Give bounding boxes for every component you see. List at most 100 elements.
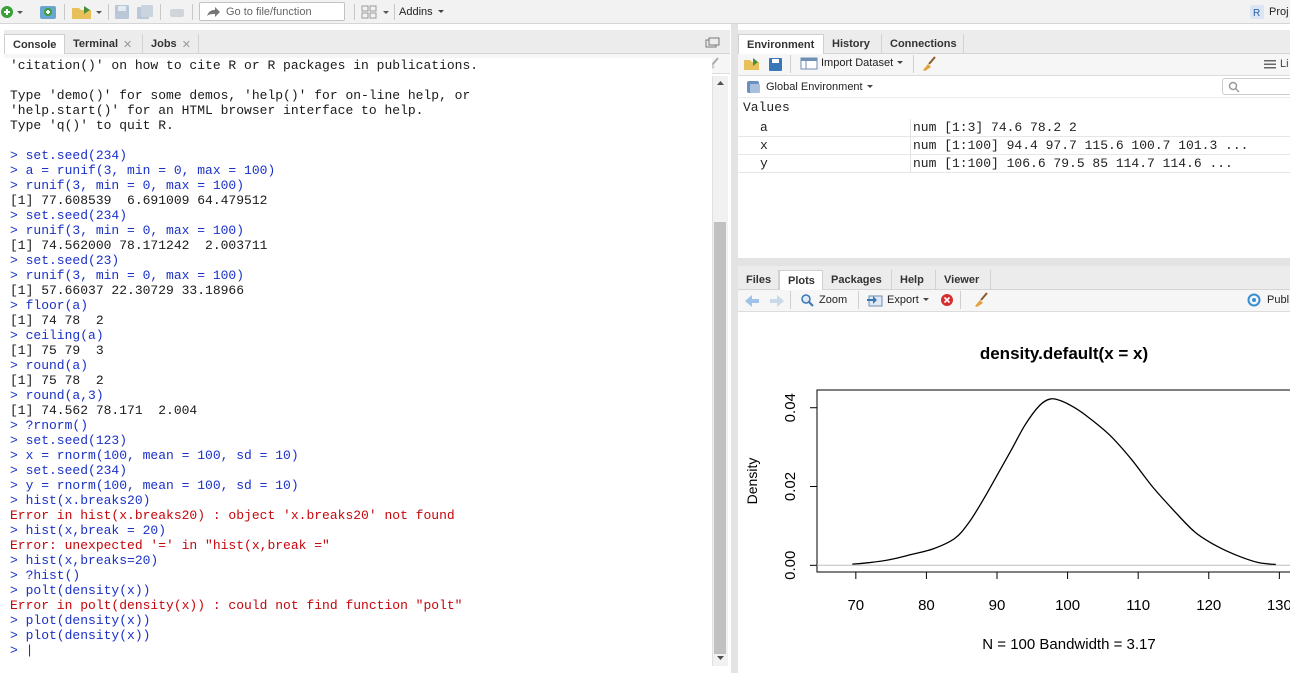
console-command-line: > runif(3, min = 0, max = 100) (10, 178, 245, 193)
new-file-button[interactable] (0, 3, 26, 21)
console-command-line: > | (10, 643, 34, 658)
console-output-line: [1] 75 79 3 (10, 343, 104, 358)
console-command-line: > round(a) (10, 358, 89, 373)
x-tick-label: 120 (1196, 597, 1221, 614)
console-command-line: > floor(a) (10, 298, 89, 313)
clear-objects-icon[interactable] (920, 56, 938, 72)
console-command-line: > round(a,3) (10, 388, 104, 403)
console-error-line: Error in polt(density(x)) : could not fi… (10, 598, 463, 613)
env-row[interactable]: y num [1:100] 106.6 79.5 85 114.7 114.6 .… (738, 155, 1290, 173)
pane-splitter[interactable] (731, 24, 738, 673)
tab-packages[interactable]: Packages (823, 270, 892, 290)
load-workspace-icon[interactable] (743, 57, 761, 71)
env-var-value: num [1:100] 106.6 79.5 85 114.7 114.6 ..… (913, 156, 1233, 171)
env-var-value: num [1:100] 94.4 97.7 115.6 100.7 101.3 … (913, 138, 1249, 153)
tab-jobs[interactable]: Jobs ✕ (143, 34, 199, 54)
list-view-icon[interactable] (1264, 59, 1276, 69)
close-icon[interactable]: ✕ (182, 38, 191, 51)
zoom-button[interactable]: Zoom (800, 293, 847, 307)
env-search-input[interactable] (1222, 78, 1290, 95)
tab-terminal[interactable]: Terminal ✕ (65, 34, 143, 54)
new-project-button[interactable] (38, 3, 62, 21)
tab-files[interactable]: Files (738, 270, 779, 290)
console-command-line: > plot(density(x)) (10, 628, 151, 643)
console-command-line: > runif(3, min = 0, max = 100) (10, 223, 245, 238)
main-toolbar: Go to file/function Addins R Proj (0, 0, 1290, 24)
plot-title: density.default(x = x) (980, 344, 1148, 363)
tab-console[interactable]: Console (4, 34, 65, 54)
console-command-line: > x = rnorm(100, mean = 100, sd = 10) (10, 448, 299, 463)
import-dataset-menu[interactable]: Import Dataset (800, 56, 906, 70)
env-scopebar: Global Environment (738, 76, 1290, 98)
y-tick-label: 0.02 (782, 472, 799, 501)
x-tick-label: 80 (918, 597, 935, 614)
clear-plots-icon[interactable] (972, 292, 990, 308)
y-tick-label: 0.04 (782, 393, 799, 422)
y-tick-label: 0.00 (782, 551, 799, 580)
pane-splitter-horizontal[interactable] (738, 258, 1290, 266)
table-icon (800, 57, 818, 70)
env-var-name: x (760, 138, 768, 153)
console-output-line: [1] 77.608539 6.691009 64.479512 (10, 193, 268, 208)
save-all-icon[interactable] (136, 3, 154, 21)
env-tabbar: Environment History Connections (738, 30, 1290, 54)
tab-connections[interactable]: Connections (882, 34, 964, 54)
x-tick-label: 130 (1267, 597, 1290, 614)
console-command-line: > hist(x.breaks20) (10, 493, 151, 508)
console-output-line: [1] 74 78 2 (10, 313, 104, 328)
close-icon[interactable]: ✕ (123, 38, 132, 51)
scroll-down-icon[interactable] (716, 654, 725, 662)
svg-text:R: R (1253, 8, 1260, 19)
tab-help[interactable]: Help (892, 270, 936, 290)
console-output-line: [1] 74.562 78.171 2.004 (10, 403, 198, 418)
scrollbar-thumb[interactable] (714, 222, 726, 654)
back-arrow-icon[interactable] (744, 294, 760, 308)
layout-grid-button[interactable] (361, 3, 391, 21)
env-scope-select[interactable]: Global Environment (746, 80, 876, 94)
console-output-line: Type 'q()' to quit R. (10, 118, 174, 133)
console-command-line: > ?rnorm() (10, 418, 89, 433)
tab-plots[interactable]: Plots (779, 270, 823, 290)
save-workspace-icon[interactable] (768, 57, 783, 72)
console-command-line: > y = rnorm(100, mean = 100, sd = 10) (10, 478, 299, 493)
scroll-up-icon[interactable] (716, 79, 725, 87)
tab-history[interactable]: History (824, 34, 882, 54)
print-icon[interactable] (168, 3, 186, 21)
env-var-name: a (760, 120, 768, 135)
publish-button[interactable]: Publ (1247, 293, 1289, 307)
x-axis-label: N = 100 Bandwidth = 3.17 (982, 636, 1155, 653)
console-command-line: > set.seed(234) (10, 148, 128, 163)
console-output-line: 'citation()' on how to cite R or R packa… (10, 58, 479, 73)
console-command-line: > ceiling(a) (10, 328, 104, 343)
console-output-line: Type 'demo()' for some demos, 'help()' f… (10, 88, 471, 103)
arrow-right-icon (207, 7, 220, 17)
remove-plot-icon[interactable] (940, 293, 954, 307)
plots-tabbar: Files Plots Packages Help Viewer (738, 266, 1290, 290)
console-command-line: > runif(3, min = 0, max = 100) (10, 268, 245, 283)
save-icon[interactable] (114, 3, 130, 21)
export-menu[interactable]: Export (866, 293, 932, 307)
project-menu[interactable]: R Proj (1249, 3, 1289, 21)
tab-viewer[interactable]: Viewer (936, 270, 991, 290)
console-output-line: 'help.start()' for an HTML browser inter… (10, 103, 424, 118)
addins-menu[interactable]: Addins (399, 3, 448, 21)
zoom-icon (801, 294, 814, 307)
r-project-icon: R (1250, 5, 1264, 19)
console-command-line: > set.seed(234) (10, 208, 128, 223)
console-output-line: [1] 75 78 2 (10, 373, 104, 388)
x-tick-label: 70 (847, 597, 864, 614)
tab-environment[interactable]: Environment (738, 34, 824, 54)
maximize-pane-icon[interactable] (704, 36, 720, 50)
open-file-button[interactable] (70, 3, 106, 21)
goto-file-input[interactable]: Go to file/function (199, 2, 345, 21)
console-command-line: > set.seed(234) (10, 463, 128, 478)
env-row[interactable]: a num [1:3] 74.6 78.2 2 (738, 119, 1290, 137)
env-row[interactable]: x num [1:100] 94.4 97.7 115.6 100.7 101.3… (738, 137, 1290, 155)
search-icon (1228, 81, 1240, 93)
forward-arrow-icon[interactable] (769, 294, 785, 308)
console-output[interactable]: 'citation()' on how to cite R or R packa… (4, 58, 712, 665)
export-icon (867, 295, 883, 307)
console-command-line: > ?hist() (10, 568, 81, 583)
